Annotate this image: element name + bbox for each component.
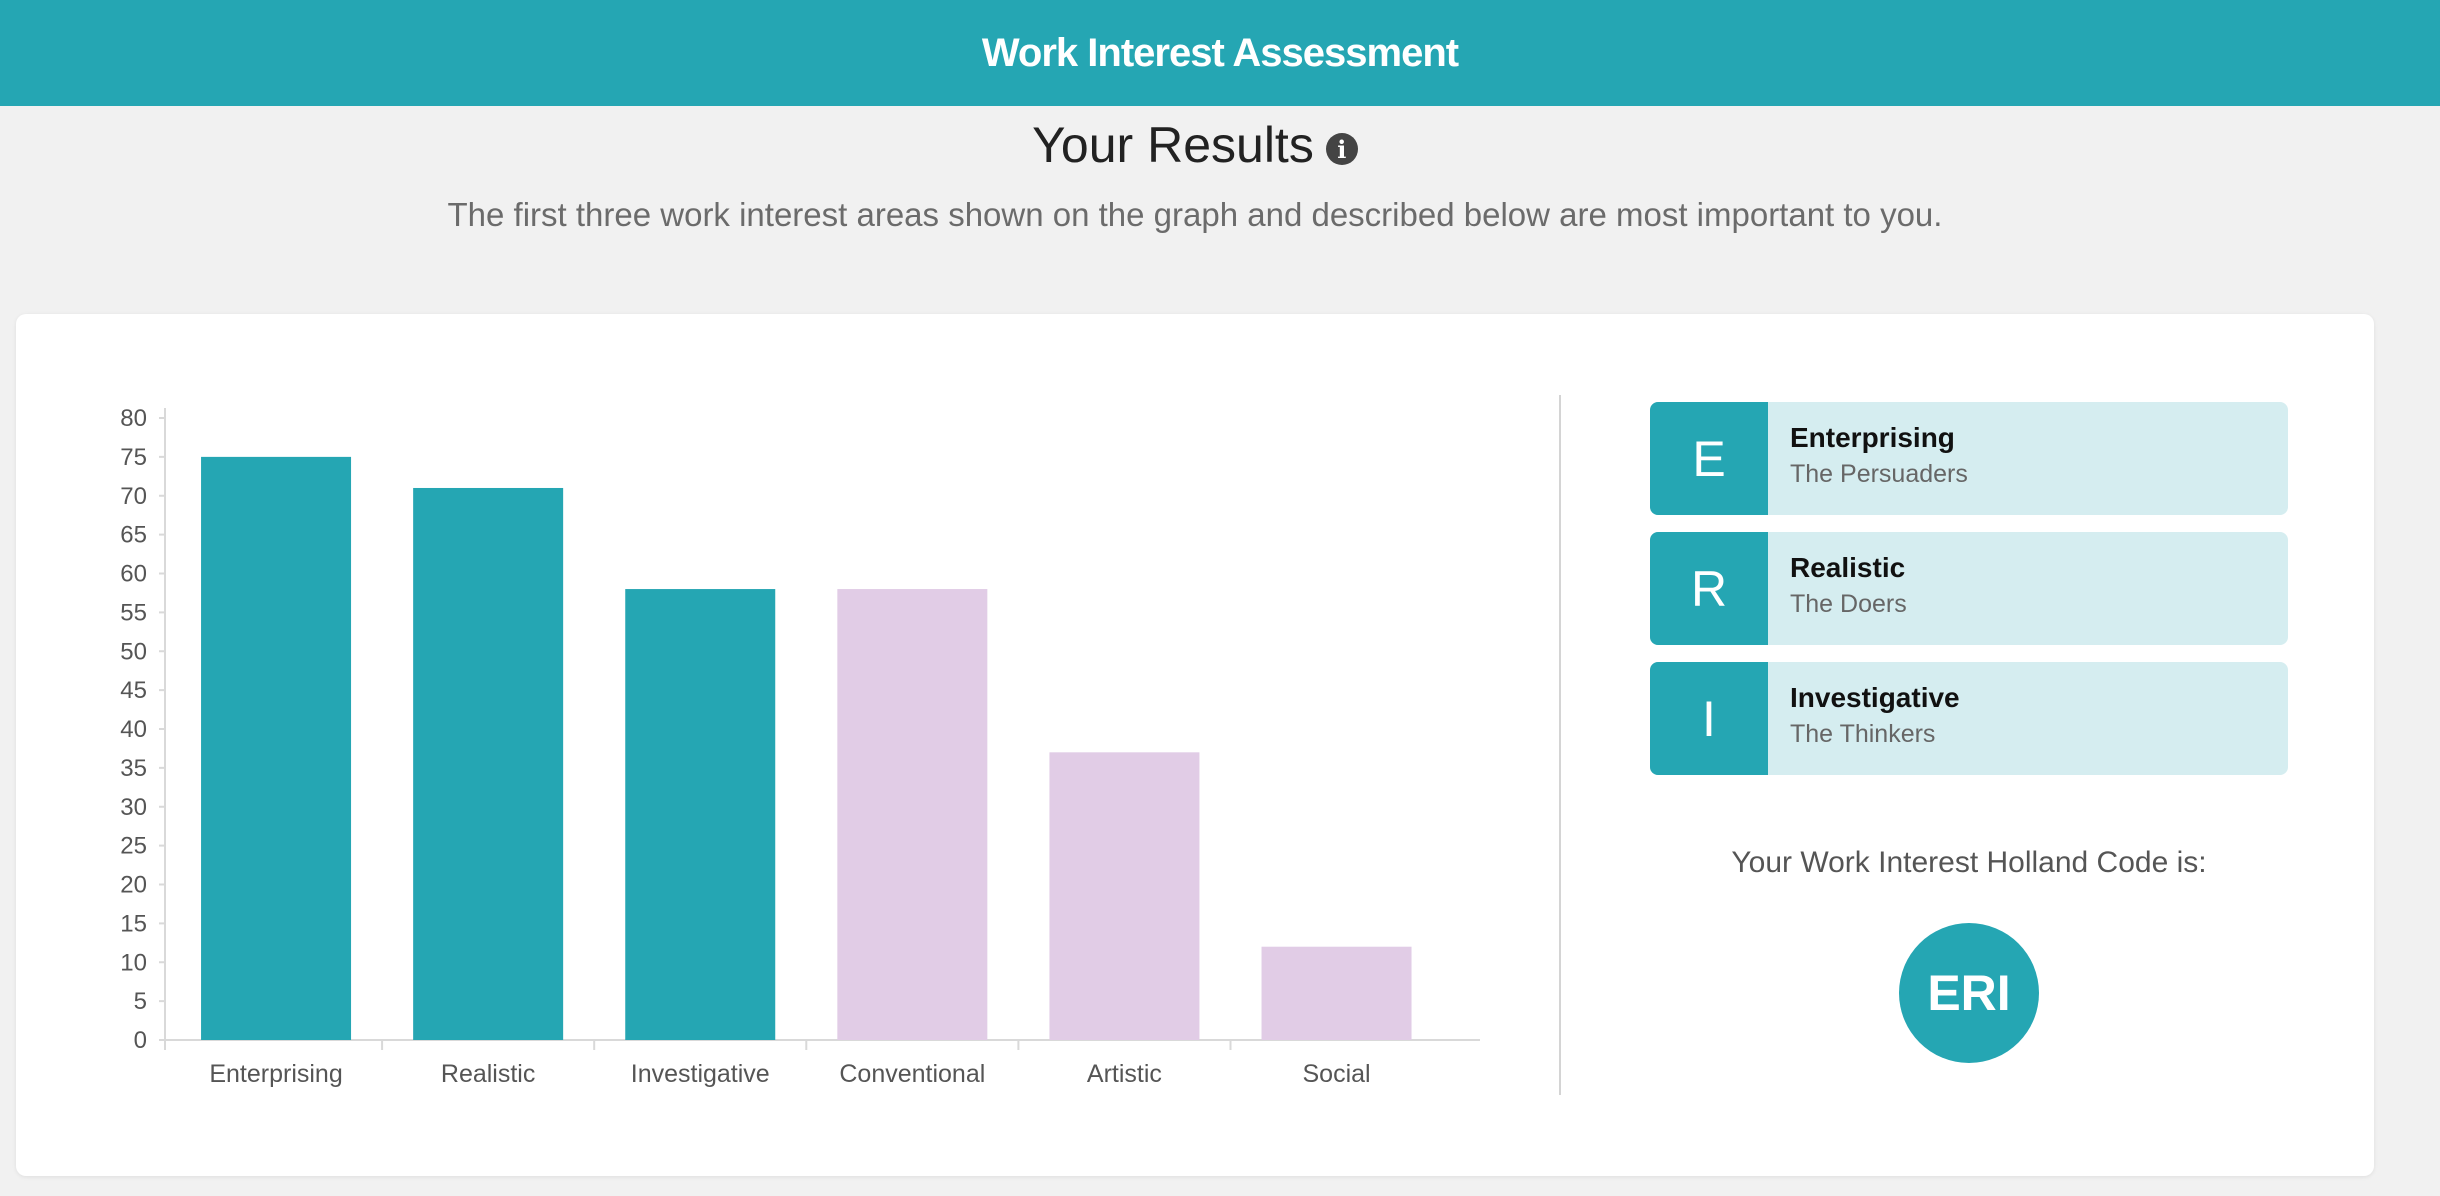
code-description: The Doers xyxy=(1790,590,1907,618)
results-heading: Your Results i xyxy=(0,116,2390,174)
y-tick-label: 30 xyxy=(120,794,147,821)
code-letter: E xyxy=(1650,402,1768,515)
info-icon[interactable]: i xyxy=(1325,133,1358,165)
bar-social xyxy=(1261,946,1412,1040)
code-name: Enterprising xyxy=(1790,422,1955,453)
y-tick-label: 65 xyxy=(120,522,147,549)
page-title: Your Results xyxy=(1032,117,1314,173)
y-tick-label: 60 xyxy=(120,561,147,588)
x-tick-label: Conventional xyxy=(839,1060,985,1088)
y-tick-label: 25 xyxy=(120,833,147,860)
code-item-realistic: R Realistic The Doers xyxy=(1650,532,2288,645)
bar-artistic xyxy=(1049,752,1200,1040)
code-letter: R xyxy=(1650,532,1768,645)
y-tick-label: 20 xyxy=(120,872,147,899)
results-subtitle: The first three work interest areas show… xyxy=(447,196,1943,233)
holland-code-badge: ERI xyxy=(1899,923,2039,1063)
y-tick-label: 35 xyxy=(120,755,147,782)
code-letter: I xyxy=(1650,662,1768,775)
x-tick-label: Enterprising xyxy=(209,1060,342,1088)
code-item-investigative: I Investigative The Thinkers xyxy=(1650,662,2288,775)
y-tick-label: 70 xyxy=(120,483,147,510)
code-name: Investigative xyxy=(1790,682,1960,713)
x-tick-label: Artistic xyxy=(1087,1060,1162,1088)
code-item-enterprising: E Enterprising The Persuaders xyxy=(1650,402,2288,515)
y-tick-label: 45 xyxy=(120,677,147,704)
holland-code-label: Your Work Interest Holland Code is: xyxy=(1731,846,2207,879)
bar-realistic xyxy=(413,487,564,1041)
y-tick-label: 5 xyxy=(134,988,147,1015)
y-tick-label: 15 xyxy=(120,910,147,937)
vertical-divider xyxy=(1559,395,1561,1095)
app-title: Work Interest Assessment xyxy=(981,30,1459,75)
interest-bar-chart: 0 5 10 15 20 25 30 35 40 45 50 55 60 65 70 75 80 Enterpri… xyxy=(120,405,1480,1088)
code-description: The Thinkers xyxy=(1790,720,1936,748)
code-description: The Persuaders xyxy=(1790,460,1968,488)
y-tick-label: 75 xyxy=(120,444,147,471)
y-tick-label: 0 xyxy=(134,1027,147,1054)
x-tick-label: Social xyxy=(1302,1060,1370,1088)
y-tick-label: 40 xyxy=(120,716,147,743)
bar-investigative xyxy=(625,589,776,1040)
y-tick-label: 50 xyxy=(120,638,147,665)
code-name: Realistic xyxy=(1790,552,1906,583)
y-tick-label: 55 xyxy=(120,599,147,626)
bar-conventional xyxy=(837,589,988,1040)
bar-enterprising xyxy=(201,456,352,1040)
y-tick-label: 10 xyxy=(120,949,147,976)
x-tick-label: Realistic xyxy=(441,1060,535,1088)
y-tick-label: 80 xyxy=(120,405,147,432)
x-tick-label: Investigative xyxy=(631,1060,770,1088)
app-header: Work Interest Assessment xyxy=(0,0,2440,106)
